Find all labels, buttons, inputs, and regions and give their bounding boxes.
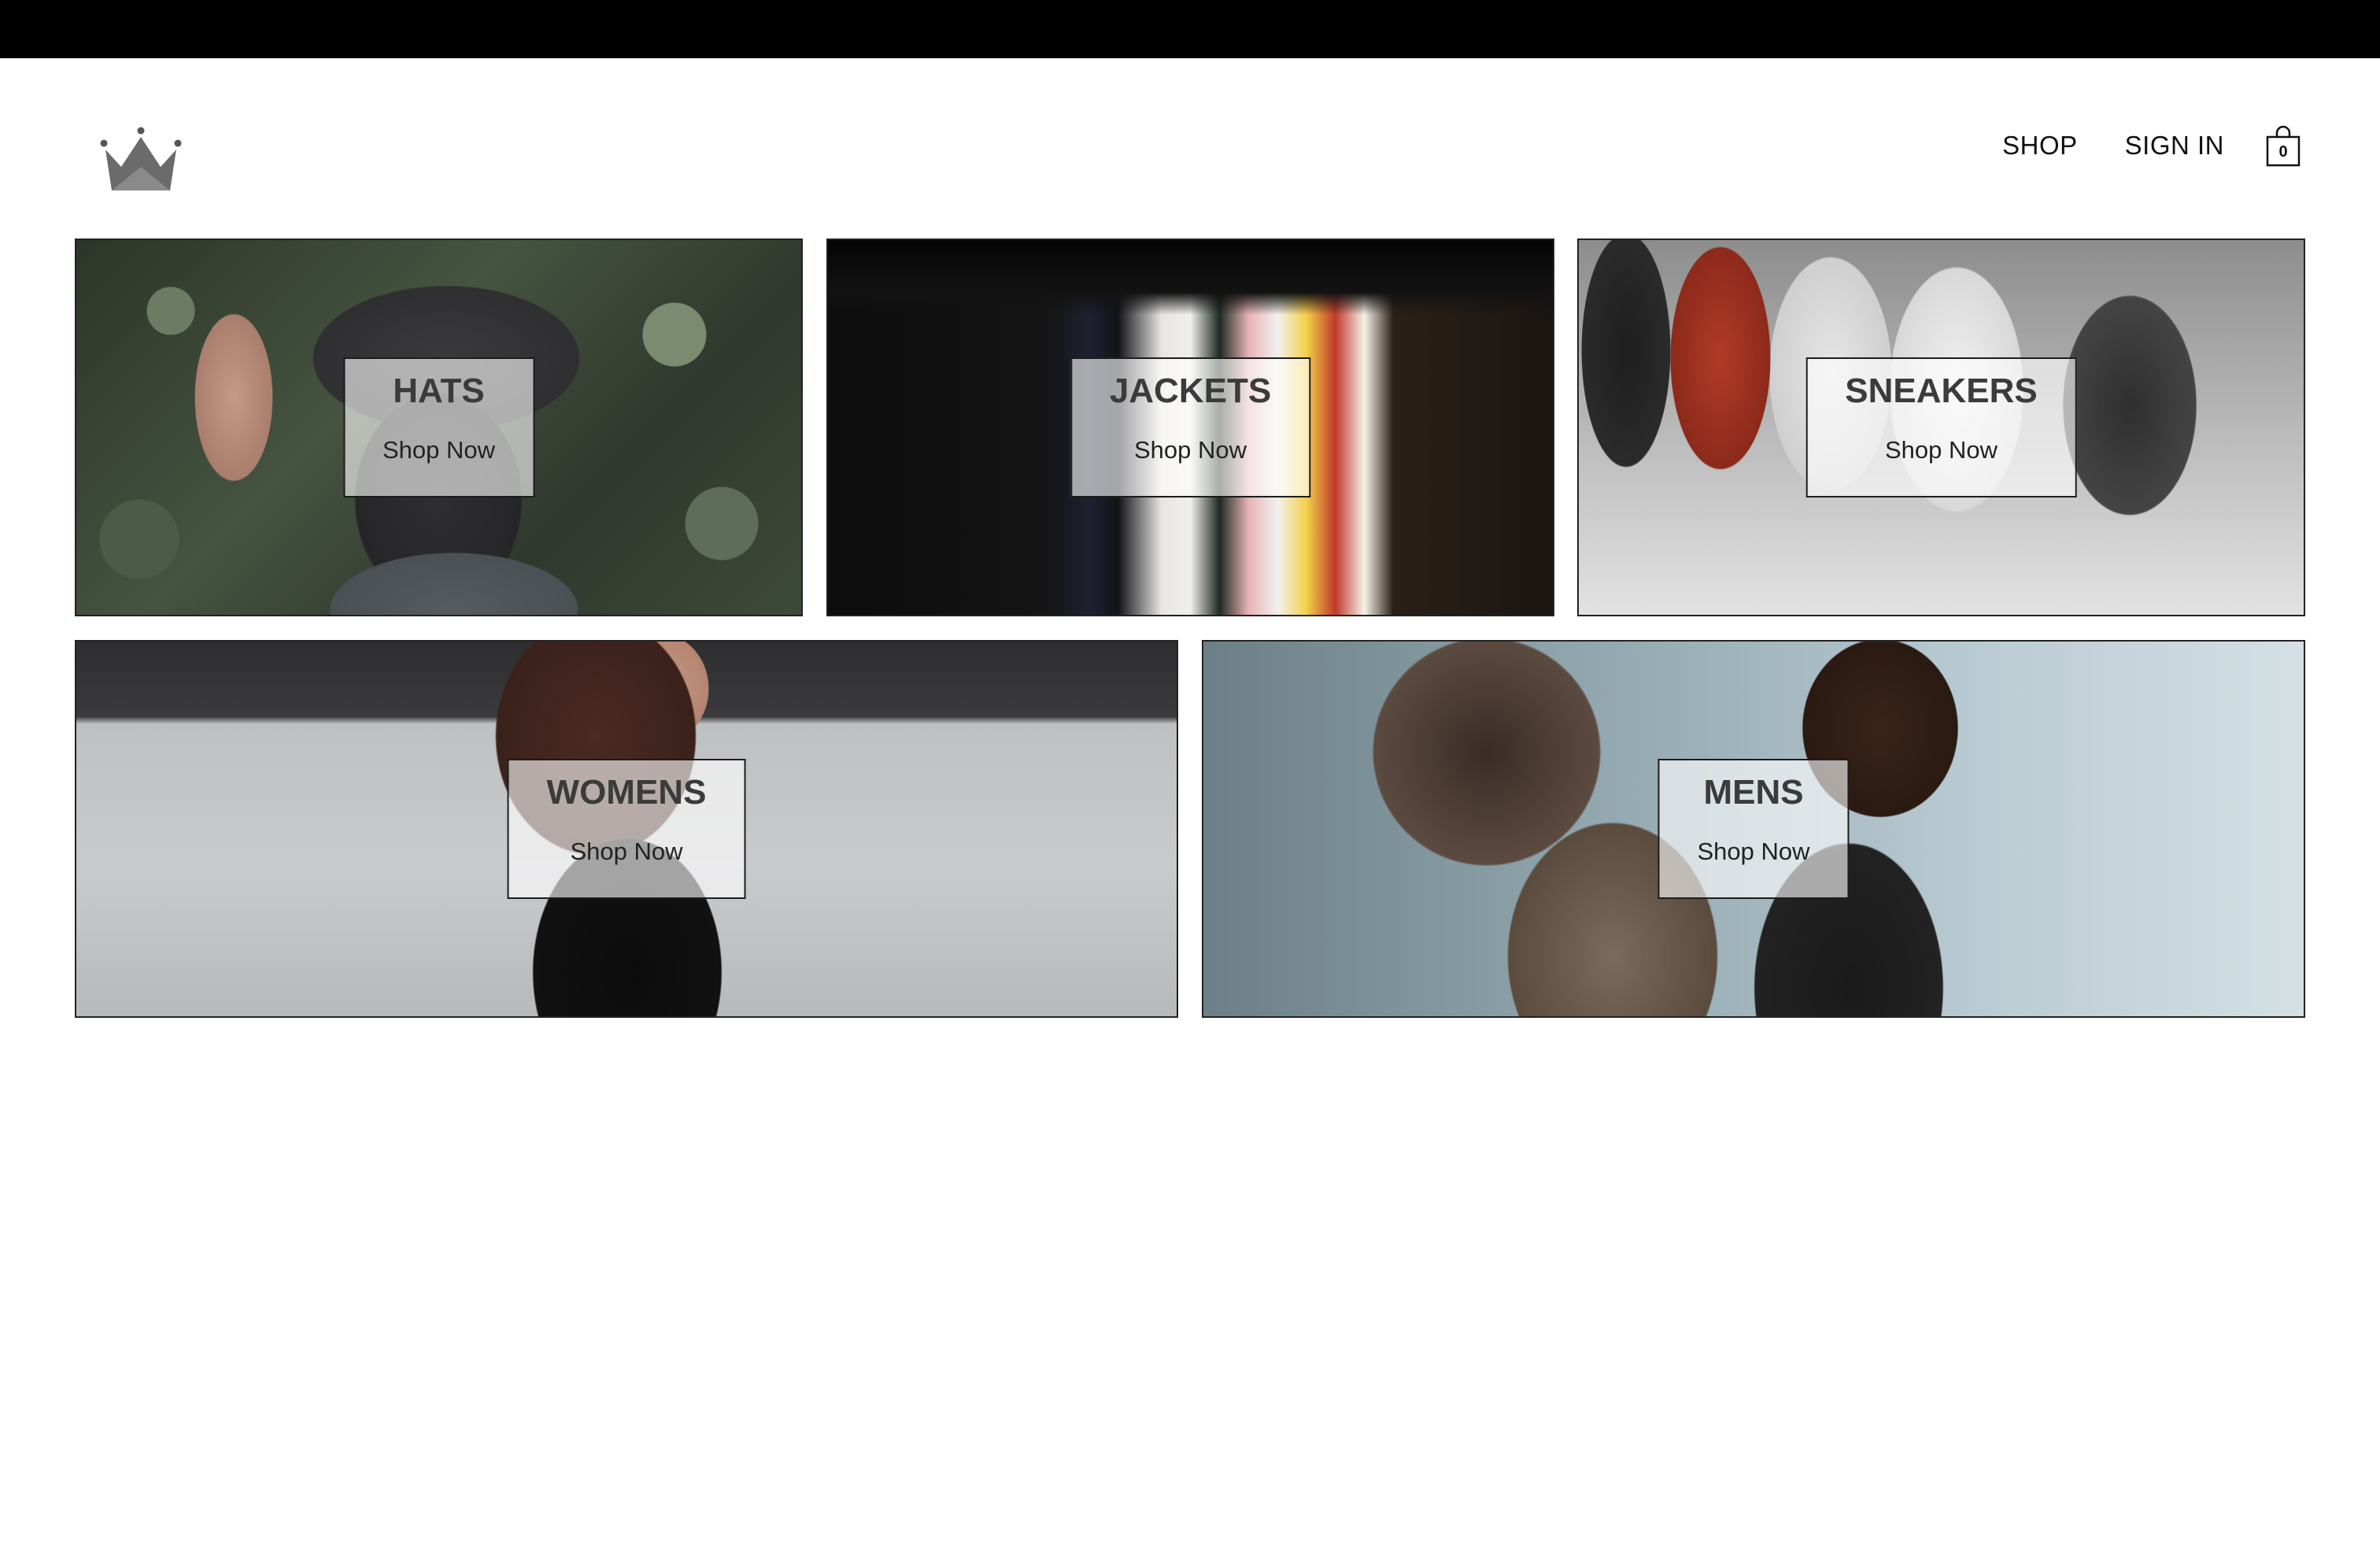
nav-shop-link[interactable]: SHOP	[2002, 131, 2078, 161]
shop-now-link[interactable]: Shop Now	[1845, 435, 2038, 466]
category-title: HATS	[393, 372, 485, 410]
shop-now-link[interactable]: Shop Now	[1697, 836, 1809, 867]
category-tile-mens[interactable]: MENS Shop Now	[1202, 640, 2305, 1018]
nav-sign-in-link[interactable]: SIGN IN	[2125, 131, 2224, 161]
category-tile-hats[interactable]: HATS Shop Now	[75, 239, 803, 616]
category-title: MENS	[1703, 773, 1804, 812]
shop-now-link[interactable]: Shop Now	[1110, 435, 1271, 466]
category-label-box[interactable]: MENS Shop Now	[1658, 759, 1850, 899]
category-label-box[interactable]: JACKETS Shop Now	[1070, 357, 1311, 497]
category-title: SNEAKERS	[1845, 372, 2038, 410]
category-tile-womens[interactable]: WOMENS Shop Now	[75, 640, 1178, 1018]
top-black-bar	[0, 0, 2380, 58]
cart-count: 0	[2278, 143, 2288, 161]
category-tile-jackets[interactable]: JACKETS Shop Now	[826, 239, 1554, 616]
category-title: JACKETS	[1109, 372, 1272, 410]
category-title: WOMENS	[546, 773, 707, 812]
shop-now-link[interactable]: Shop Now	[547, 836, 707, 867]
shop-now-link[interactable]: Shop Now	[382, 435, 495, 466]
cart-button[interactable]: 0	[2265, 124, 2301, 167]
crown-logo-icon[interactable]	[98, 126, 184, 197]
category-label-box[interactable]: WOMENS Shop Now	[507, 759, 746, 899]
category-label-box[interactable]: HATS Shop Now	[342, 357, 535, 497]
category-tile-sneakers[interactable]: SNEAKERS Shop Now	[1577, 239, 2305, 616]
category-label-box[interactable]: SNEAKERS Shop Now	[1805, 357, 2077, 497]
top-navigation: SHOP SIGN IN 0	[1955, 124, 2301, 167]
